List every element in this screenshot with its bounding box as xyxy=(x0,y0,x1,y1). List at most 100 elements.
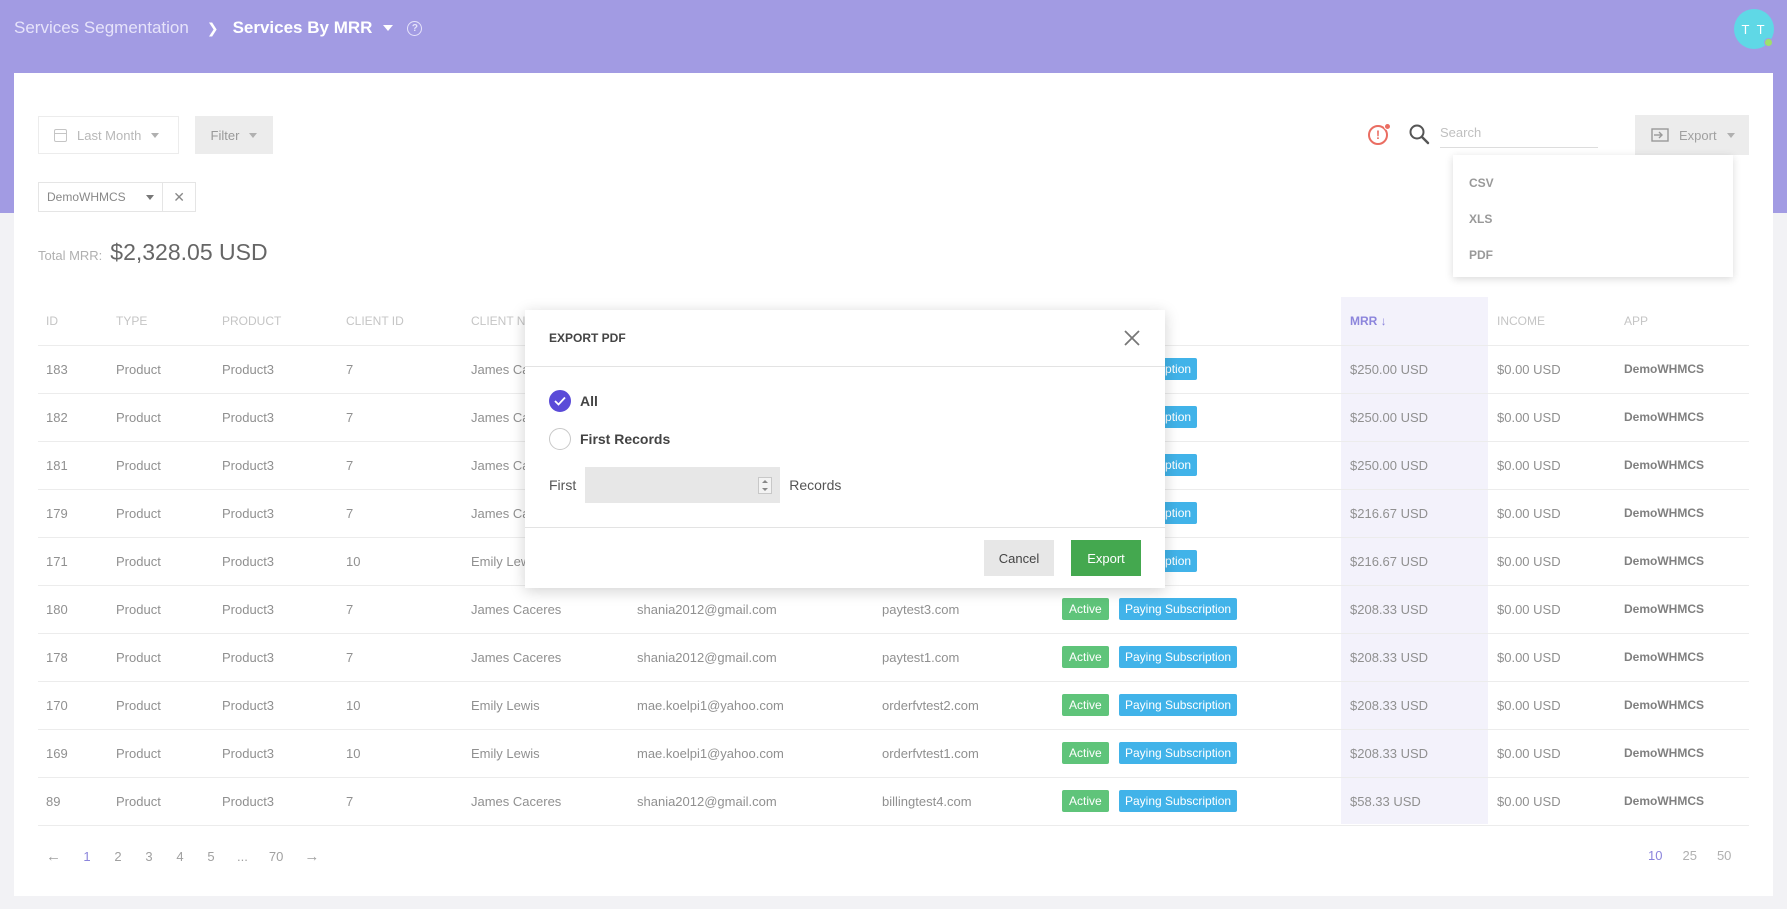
cell-type: Product xyxy=(108,681,214,730)
column-header-app[interactable]: APP xyxy=(1616,297,1749,346)
export-label: Export xyxy=(1679,127,1717,143)
cell-client-id: 7 xyxy=(338,393,463,442)
number-spinner-icon[interactable] xyxy=(758,477,773,494)
app-filter-label: DemoWHMCS xyxy=(47,190,126,204)
cell-income: $0.00 USD xyxy=(1489,537,1616,586)
radio-all[interactable] xyxy=(549,390,571,412)
status-badge: Active xyxy=(1062,790,1109,812)
column-header-type[interactable]: TYPE xyxy=(108,297,214,346)
app-filter-select[interactable]: DemoWHMCS xyxy=(39,183,164,211)
page-size-selector: 10 25 50 xyxy=(1648,848,1731,863)
cell-email: shania2012@gmail.com xyxy=(629,633,874,682)
option-all-label: All xyxy=(580,393,598,409)
cancel-button[interactable]: Cancel xyxy=(984,540,1054,576)
cell-client-id: 7 xyxy=(338,441,463,490)
cell-income: $0.00 USD xyxy=(1489,393,1616,442)
help-icon[interactable]: ? xyxy=(407,20,423,36)
pagination-page-2[interactable]: 2 xyxy=(113,849,123,864)
cell-app: DemoWHMCS xyxy=(1616,441,1749,490)
cell-app: DemoWHMCS xyxy=(1616,777,1749,826)
pagination-next-arrow-icon[interactable]: → xyxy=(304,848,319,865)
pagination-prev-arrow-icon[interactable]: ← xyxy=(46,848,61,865)
option-all[interactable]: All xyxy=(549,390,598,412)
option-first-records[interactable]: First Records xyxy=(549,428,670,450)
pagination-page-1[interactable]: 1 xyxy=(82,849,92,864)
close-icon[interactable] xyxy=(1121,327,1143,349)
chevron-down-icon xyxy=(1726,132,1735,138)
cell-client-name: James Caceres xyxy=(463,777,629,826)
breadcrumb-parent[interactable]: Services Segmentation xyxy=(14,18,189,38)
cell-type: Product xyxy=(108,729,214,778)
cell-email: mae.koelpi1@yahoo.com xyxy=(629,681,874,730)
search-input[interactable] xyxy=(1440,118,1598,148)
radio-first-records[interactable] xyxy=(549,428,571,450)
export-button[interactable]: Export xyxy=(1635,115,1749,155)
pagination-page-3[interactable]: 3 xyxy=(144,849,154,864)
cell-subscription: Paying Subscription xyxy=(1111,777,1342,826)
cell-status: Active xyxy=(1054,777,1111,826)
column-header-id[interactable]: ID xyxy=(38,297,108,346)
cell-mrr: $58.33 USD xyxy=(1342,777,1489,826)
export-option-xls[interactable]: XLS xyxy=(1453,201,1733,237)
cell-type: Product xyxy=(108,345,214,394)
cell-subscription: Paying Subscription xyxy=(1111,633,1342,682)
cell-id: 171 xyxy=(38,537,108,586)
modal-footer: Cancel Export xyxy=(525,527,1165,588)
pagination-ellipsis: ... xyxy=(237,849,248,864)
cell-mrr: $250.00 USD xyxy=(1342,393,1489,442)
cell-domain: paytest3.com xyxy=(874,585,1054,634)
pagination-page-5[interactable]: 5 xyxy=(206,849,216,864)
report-dropdown-caret-icon[interactable] xyxy=(383,25,394,31)
table-row[interactable]: 178 Product Product3 7 James Caceres shania20… xyxy=(38,633,1749,682)
cell-product: Product3 xyxy=(214,633,338,682)
breadcrumb-current[interactable]: Services By MRR xyxy=(233,18,373,38)
checkmark-icon xyxy=(554,396,566,406)
cell-type: Product xyxy=(108,537,214,586)
cell-product: Product3 xyxy=(214,777,338,826)
export-option-csv[interactable]: CSV xyxy=(1453,165,1733,201)
cell-product: Product3 xyxy=(214,441,338,490)
export-option-pdf[interactable]: PDF xyxy=(1453,237,1733,273)
date-range-dropdown[interactable]: Last Month xyxy=(38,116,179,154)
table-row[interactable]: 89 Product Product3 7 James Caceres shania201… xyxy=(38,777,1749,826)
search-icon[interactable] xyxy=(1408,123,1430,145)
modal-title: EXPORT PDF xyxy=(549,331,626,345)
page-size-10[interactable]: 10 xyxy=(1648,848,1662,863)
online-status-dot xyxy=(1764,38,1773,47)
record-count-input[interactable] xyxy=(585,467,781,503)
page-size-25[interactable]: 25 xyxy=(1682,848,1696,863)
cell-type: Product xyxy=(108,777,214,826)
table-row[interactable]: 169 Product Product3 10 Emily Lewis mae.koelp… xyxy=(38,729,1749,778)
confirm-export-button[interactable]: Export xyxy=(1071,540,1141,576)
cell-id: 181 xyxy=(38,441,108,490)
column-header-income[interactable]: INCOME xyxy=(1489,297,1616,346)
cell-id: 178 xyxy=(38,633,108,682)
subscription-badge: Paying Subscription xyxy=(1119,790,1238,812)
cell-app: DemoWHMCS xyxy=(1616,633,1749,682)
cell-type: Product xyxy=(108,441,214,490)
column-header-mrr[interactable]: MRR ↓ xyxy=(1342,297,1489,346)
table-row[interactable]: 180 Product Product3 7 James Caceres shania20… xyxy=(38,585,1749,634)
first-prefix-label: First xyxy=(549,477,577,493)
column-header-product[interactable]: PRODUCT xyxy=(214,297,338,346)
cell-client-id: 10 xyxy=(338,681,463,730)
cell-mrr: $208.33 USD xyxy=(1342,633,1489,682)
table-row[interactable]: 170 Product Product3 10 Emily Lewis mae.koelp… xyxy=(38,681,1749,730)
cell-status: Active xyxy=(1054,585,1111,634)
cell-income: $0.00 USD xyxy=(1489,489,1616,538)
page-size-50[interactable]: 50 xyxy=(1717,848,1731,863)
pagination-page-70[interactable]: 70 xyxy=(269,849,283,864)
cell-email: shania2012@gmail.com xyxy=(629,777,874,826)
pagination-page-4[interactable]: 4 xyxy=(175,849,185,864)
status-badge: Active xyxy=(1062,598,1109,620)
cell-id: 183 xyxy=(38,345,108,394)
app-filter-tag: DemoWHMCS ✕ xyxy=(38,182,196,212)
subscription-badge: Paying Subscription xyxy=(1119,742,1238,764)
cell-product: Product3 xyxy=(214,585,338,634)
filter-button[interactable]: Filter xyxy=(195,116,273,154)
status-badge: Active xyxy=(1062,694,1109,716)
cell-income: $0.00 USD xyxy=(1489,633,1616,682)
remove-filter-close-icon[interactable]: ✕ xyxy=(163,189,195,206)
column-header-client-id[interactable]: CLIENT ID xyxy=(338,297,463,346)
cell-income: $0.00 USD xyxy=(1489,681,1616,730)
